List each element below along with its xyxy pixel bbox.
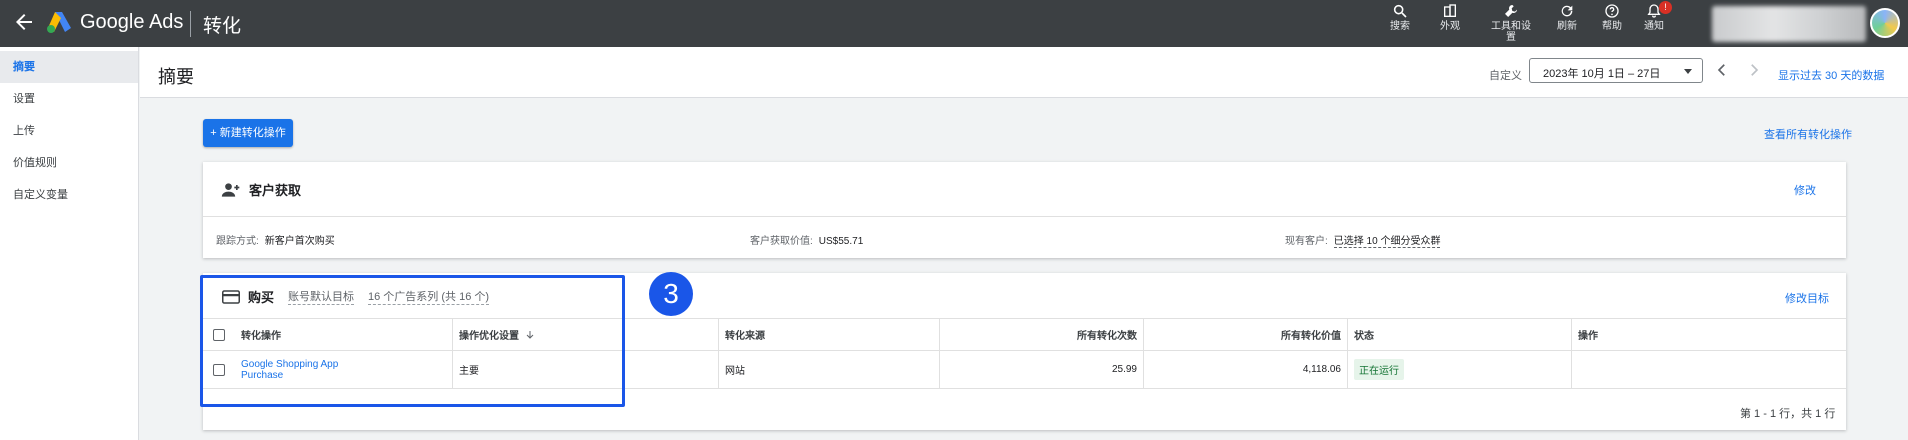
person-add-icon bbox=[221, 182, 240, 197]
refresh-icon bbox=[1561, 5, 1573, 17]
avatar[interactable] bbox=[1870, 8, 1900, 38]
column-header-all-value[interactable]: 所有转化价值 bbox=[1144, 319, 1348, 350]
operation-cell bbox=[1572, 351, 1846, 388]
customer-acquisition-card: 客户获取 修改 跟踪方式: 新客户首次购买 客户获取价值: US$55.71 现有客… bbox=[203, 162, 1846, 258]
existing-customers-label: 现有客户: bbox=[1285, 236, 1328, 247]
column-header-status[interactable]: 状态 bbox=[1348, 319, 1572, 350]
sidebar-item-settings[interactable]: 设置 bbox=[0, 83, 138, 115]
acquisition-edit-link[interactable]: 修改 bbox=[1794, 182, 1816, 198]
appearance-tool[interactable]: 外观 bbox=[1438, 3, 1462, 32]
customer-acquisition-title: 客户获取 bbox=[249, 183, 302, 198]
source-cell: 网站 bbox=[719, 351, 940, 388]
sidebar-item-value-rules[interactable]: 价值规则 bbox=[0, 147, 138, 179]
refresh-tool-label: 刷新 bbox=[1557, 21, 1577, 32]
customer-acquisition-header: 客户获取 bbox=[221, 180, 301, 199]
notifications-tool-label: 通知 bbox=[1644, 21, 1664, 32]
help-tool-label: 帮助 bbox=[1602, 21, 1622, 32]
acquisition-value-label: 客户获取价值: bbox=[750, 236, 813, 247]
appearance-icon bbox=[1444, 4, 1456, 17]
notifications-tool[interactable]: ! 通知 bbox=[1642, 1, 1672, 32]
new-conversion-action-button[interactable]: + 新建转化操作 bbox=[203, 119, 293, 147]
column-header-actions: 操作 bbox=[1578, 331, 1598, 342]
edit-goal-link[interactable]: 修改目标 bbox=[1785, 290, 1829, 306]
sidebar-item-uploads[interactable]: 上传 bbox=[0, 115, 138, 147]
tracking-method-label: 跟踪方式: bbox=[216, 236, 259, 247]
page-title: 摘要 bbox=[158, 67, 194, 87]
help-icon bbox=[1605, 4, 1619, 18]
wrench-icon bbox=[1505, 5, 1517, 17]
brand-name: Google Ads bbox=[80, 11, 184, 33]
tracking-method: 跟踪方式: 新客户首次购买 bbox=[216, 232, 335, 247]
tutorial-highlight-box bbox=[200, 275, 625, 407]
chevron-left-icon[interactable] bbox=[1713, 60, 1731, 80]
refresh-tool[interactable]: 刷新 bbox=[1555, 3, 1579, 32]
all-value-cell: 4,118.06 bbox=[1144, 351, 1348, 388]
search-tool[interactable]: 搜索 bbox=[1388, 3, 1412, 32]
all-conversions-cell: 25.99 bbox=[940, 351, 1144, 388]
status-badge: 正在运行 bbox=[1354, 359, 1404, 380]
column-header-all-conversions[interactable]: 所有转化次数 bbox=[940, 319, 1144, 350]
sidebar-item-summary[interactable]: 摘要 bbox=[0, 51, 138, 83]
account-info-redacted[interactable] bbox=[1712, 6, 1866, 42]
sidebar: 摘要 设置 上传 价值规则 自定义变量 bbox=[0, 47, 139, 440]
search-tool-label: 搜索 bbox=[1390, 21, 1410, 32]
date-range-select[interactable]: 2023年 10月 1日 – 27日 bbox=[1529, 58, 1703, 83]
sidebar-item-custom-variables[interactable]: 自定义变量 bbox=[0, 179, 138, 211]
date-range-value: 2023年 10月 1日 – 27日 bbox=[1543, 68, 1661, 80]
tutorial-step-badge: 3 bbox=[649, 272, 693, 316]
acquisition-value: 客户获取价值: US$55.71 bbox=[750, 232, 863, 247]
view-all-conversions-link[interactable]: 查看所有转化操作 bbox=[1764, 126, 1852, 142]
top-bar: Google Ads 转化 搜索 外观 工具和设置 刷新 帮助 ! 通知 bbox=[0, 0, 1908, 47]
tools-settings-label: 工具和设置 bbox=[1491, 21, 1531, 43]
tracking-method-value: 新客户首次购买 bbox=[264, 236, 335, 247]
app-section-title: 转化 bbox=[203, 16, 242, 37]
back-arrow-icon[interactable] bbox=[12, 10, 36, 34]
show-last-30-days-link[interactable]: 显示过去 30 天的数据 bbox=[1778, 67, 1884, 83]
card-divider bbox=[203, 216, 1846, 217]
title-divider bbox=[190, 11, 191, 37]
google-ads-logo bbox=[47, 12, 71, 33]
tools-settings-tool[interactable]: 工具和设置 bbox=[1490, 3, 1532, 43]
column-header-source[interactable]: 转化来源 bbox=[719, 319, 940, 350]
appearance-tool-label: 外观 bbox=[1440, 21, 1460, 32]
search-icon bbox=[1393, 4, 1407, 18]
existing-customers: 现有客户: 已选择 10 个细分受众群 bbox=[1285, 232, 1441, 248]
help-tool[interactable]: 帮助 bbox=[1600, 3, 1624, 32]
notification-badge: ! bbox=[1659, 1, 1672, 14]
page-header: 摘要 自定义 2023年 10月 1日 – 27日 显示过去 30 天的数据 bbox=[140, 47, 1908, 98]
chevron-right-icon[interactable] bbox=[1745, 60, 1763, 80]
dropdown-caret-icon bbox=[1684, 69, 1692, 74]
existing-customers-value[interactable]: 已选择 10 个细分受众群 bbox=[1333, 236, 1441, 248]
acquisition-value-amount: US$55.71 bbox=[818, 236, 864, 247]
date-range-label: 自定义 bbox=[1489, 70, 1522, 82]
pagination-summary: 第 1 - 1 行，共 1 行 bbox=[1740, 408, 1836, 420]
status-cell: 正在运行 bbox=[1348, 351, 1572, 388]
